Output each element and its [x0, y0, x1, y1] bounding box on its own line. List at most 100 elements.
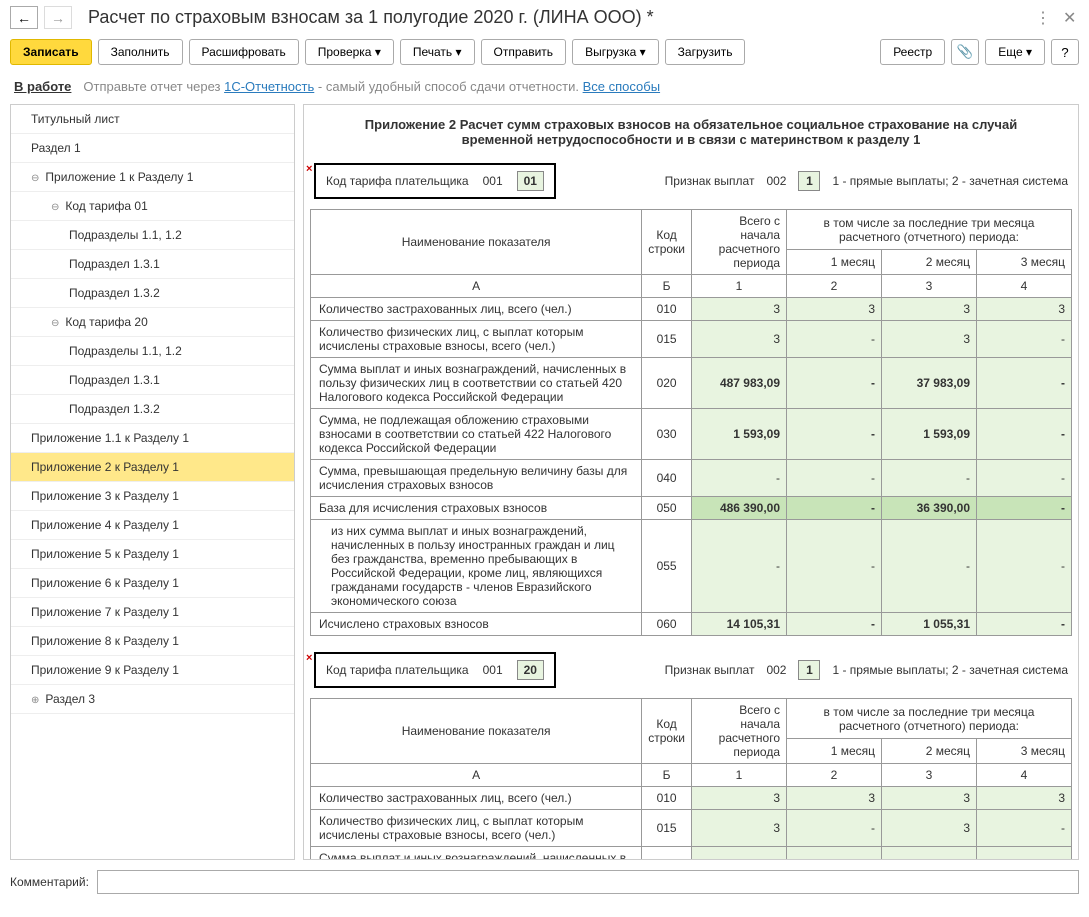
- forward-button[interactable]: →: [44, 6, 72, 29]
- cell-v3[interactable]: -: [882, 460, 977, 497]
- col-code: Код строки: [642, 210, 692, 275]
- tree-item[interactable]: Подраздел 1.3.2: [11, 395, 294, 424]
- tree-item[interactable]: Подраздел 1.3.1: [11, 366, 294, 395]
- cell-v4[interactable]: -: [977, 460, 1072, 497]
- cell-v2[interactable]: 3: [787, 787, 882, 810]
- tree-item[interactable]: Подраздел 1.3.1: [11, 250, 294, 279]
- cell-v4[interactable]: -: [977, 847, 1072, 861]
- row-name: Сумма выплат и иных вознаграждений, начи…: [311, 847, 642, 861]
- cell-v1[interactable]: -: [692, 520, 787, 613]
- row-code: 020: [642, 358, 692, 409]
- table-row: Количество застрахованных лиц, всего (че…: [311, 298, 1072, 321]
- tree-item[interactable]: Код тарифа 01: [11, 192, 294, 221]
- tree-item[interactable]: Приложение 1.1 к Разделу 1: [11, 424, 294, 453]
- more-button[interactable]: Еще ▾: [985, 39, 1045, 65]
- menu-icon[interactable]: ⋮: [1029, 7, 1051, 29]
- tree-item[interactable]: Раздел 1: [11, 134, 294, 163]
- tree-item[interactable]: Раздел 3: [11, 685, 294, 714]
- cell-v3[interactable]: 1 055,31: [882, 613, 977, 636]
- tree-item[interactable]: Подразделы 1.1, 1.2: [11, 221, 294, 250]
- tree-item[interactable]: Приложение 4 к Разделу 1: [11, 511, 294, 540]
- back-button[interactable]: ←: [10, 6, 38, 29]
- tariff-code-input[interactable]: 01: [517, 171, 544, 191]
- cell-v2[interactable]: -: [787, 847, 882, 861]
- cell-v4[interactable]: -: [977, 409, 1072, 460]
- cell-v4[interactable]: -: [977, 497, 1072, 520]
- cell-v3[interactable]: 37 983,09: [882, 358, 977, 409]
- cell-v2[interactable]: -: [787, 810, 882, 847]
- tree-item[interactable]: Приложение 7 к Разделу 1: [11, 598, 294, 627]
- cell-v1[interactable]: 1 593,09: [692, 409, 787, 460]
- tree-item[interactable]: Приложение 5 к Разделу 1: [11, 540, 294, 569]
- tree-item[interactable]: Подраздел 1.3.2: [11, 279, 294, 308]
- cell-v3[interactable]: 3: [882, 298, 977, 321]
- cell-v1[interactable]: -: [692, 460, 787, 497]
- cell-v1[interactable]: 3: [692, 321, 787, 358]
- cell-v2[interactable]: -: [787, 321, 882, 358]
- status-text: Отправьте отчет через 1С-Отчетность - са…: [83, 79, 660, 94]
- tree-item[interactable]: Приложение 8 к Разделу 1: [11, 627, 294, 656]
- cell-v3[interactable]: 3: [882, 787, 977, 810]
- load-button[interactable]: Загрузить: [665, 39, 746, 65]
- check-button[interactable]: Проверка ▾: [305, 39, 394, 65]
- decode-button[interactable]: Расшифровать: [189, 39, 299, 65]
- row-name: Количество застрахованных лиц, всего (че…: [311, 298, 642, 321]
- cell-v2[interactable]: -: [787, 358, 882, 409]
- export-button[interactable]: Выгрузка ▾: [572, 39, 659, 65]
- attach-icon[interactable]: 📎: [951, 39, 979, 65]
- cell-v4[interactable]: -: [977, 520, 1072, 613]
- cell-v2[interactable]: -: [787, 520, 882, 613]
- cell-v1[interactable]: 3: [692, 787, 787, 810]
- cell-v3[interactable]: -: [882, 520, 977, 613]
- tree-item[interactable]: Подразделы 1.1, 1.2: [11, 337, 294, 366]
- comment-input[interactable]: [97, 870, 1079, 894]
- close-icon[interactable]: ✕: [1057, 7, 1079, 29]
- cell-v2[interactable]: -: [787, 409, 882, 460]
- tree-item[interactable]: Приложение 3 к Разделу 1: [11, 482, 294, 511]
- sign-input[interactable]: 1: [798, 171, 820, 191]
- cell-v3[interactable]: 1 593,09: [882, 409, 977, 460]
- tree-item[interactable]: Приложение 9 к Разделу 1: [11, 656, 294, 685]
- all-methods-link[interactable]: Все способы: [583, 79, 660, 94]
- tree-item[interactable]: Приложение 6 к Разделу 1: [11, 569, 294, 598]
- cell-v3[interactable]: 111 467,14: [882, 847, 977, 861]
- tariff-code-input[interactable]: 20: [517, 660, 544, 680]
- col-code: Код строки: [642, 699, 692, 764]
- cell-v4[interactable]: -: [977, 321, 1072, 358]
- tree-item[interactable]: Титульный лист: [11, 105, 294, 134]
- cell-v4[interactable]: -: [977, 358, 1072, 409]
- save-button[interactable]: Записать: [10, 39, 92, 65]
- row-name: Количество физических лиц, с выплат кото…: [311, 810, 642, 847]
- cell-v2[interactable]: -: [787, 613, 882, 636]
- cell-v1[interactable]: 3: [692, 298, 787, 321]
- table-row: Количество физических лиц, с выплат кото…: [311, 321, 1072, 358]
- tree-item[interactable]: Приложение 2 к Разделу 1: [11, 453, 294, 482]
- cell-v1[interactable]: 487 983,09: [692, 358, 787, 409]
- sign-label: Признак выплат: [665, 663, 755, 677]
- cell-v3[interactable]: 3: [882, 810, 977, 847]
- print-button[interactable]: Печать ▾: [400, 39, 475, 65]
- registry-button[interactable]: Реестр: [880, 39, 945, 65]
- send-button[interactable]: Отправить: [481, 39, 567, 65]
- table-row: База для исчисления страховых взносов 05…: [311, 497, 1072, 520]
- cell-v4[interactable]: 3: [977, 298, 1072, 321]
- cell-v4[interactable]: -: [977, 613, 1072, 636]
- cell-v3[interactable]: 3: [882, 321, 977, 358]
- tree-item[interactable]: Код тарифа 20: [11, 308, 294, 337]
- cell-v2[interactable]: 3: [787, 298, 882, 321]
- help-icon[interactable]: ?: [1051, 39, 1079, 65]
- fill-button[interactable]: Заполнить: [98, 39, 183, 65]
- cell-v2[interactable]: -: [787, 497, 882, 520]
- cell-v4[interactable]: -: [977, 810, 1072, 847]
- cell-v1[interactable]: 3: [692, 810, 787, 847]
- cell-v1[interactable]: 14 105,31: [692, 613, 787, 636]
- status-label[interactable]: В работе: [14, 79, 71, 94]
- cell-v2[interactable]: -: [787, 460, 882, 497]
- cell-v3[interactable]: 36 390,00: [882, 497, 977, 520]
- cell-v1[interactable]: 486 390,00: [692, 497, 787, 520]
- cell-v1[interactable]: 111 467,14: [692, 847, 787, 861]
- cell-v4[interactable]: 3: [977, 787, 1072, 810]
- sign-input[interactable]: 1: [798, 660, 820, 680]
- tree-item[interactable]: Приложение 1 к Разделу 1: [11, 163, 294, 192]
- reporting-link[interactable]: 1С-Отчетность: [224, 79, 314, 94]
